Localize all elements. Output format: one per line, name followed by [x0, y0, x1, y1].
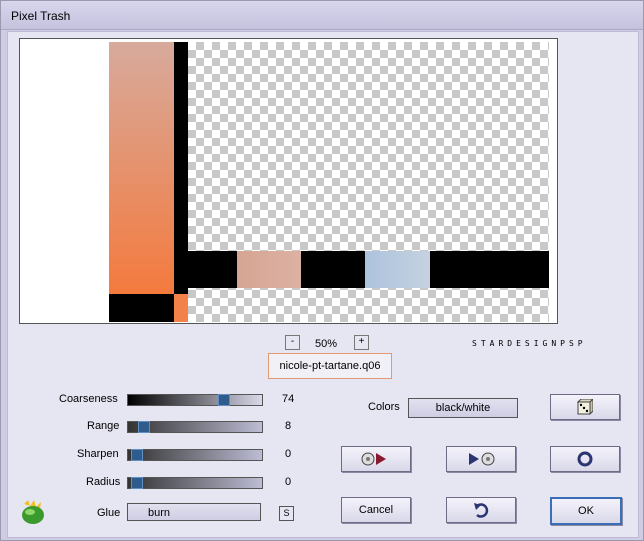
preview-canvas[interactable] [19, 38, 558, 324]
glue-select[interactable]: burn [127, 503, 261, 521]
preview-orange-corner [174, 294, 188, 322]
zoom-level: 50% [315, 338, 338, 350]
play-forward-icon [463, 451, 499, 470]
colors-label: Colors [368, 401, 400, 413]
reset-button[interactable] [550, 446, 620, 472]
coarseness-slider-knob[interactable] [218, 394, 230, 406]
preset-name-field[interactable]: nicole-pt-tartane.q06 [268, 353, 392, 379]
zoom-out-button[interactable]: - [285, 335, 300, 350]
preview-black-band [174, 251, 549, 288]
glue-toggle-button[interactable]: S [279, 506, 294, 521]
radius-slider-knob[interactable] [131, 477, 143, 489]
ring-icon [577, 451, 593, 470]
sharpen-slider-knob[interactable] [131, 449, 143, 461]
preview-gradient-column [109, 42, 174, 294]
preview-blue-patch [365, 251, 430, 288]
colors-select[interactable]: black/white [408, 398, 518, 418]
range-slider[interactable] [127, 421, 263, 433]
radius-label: Radius [86, 476, 121, 488]
cancel-button[interactable]: Cancel [341, 497, 411, 523]
undo-icon [473, 502, 489, 521]
sharpen-slider[interactable] [127, 449, 263, 461]
radius-slider[interactable] [127, 477, 263, 489]
brand-logo-text: STARDESIGNPSP [472, 339, 587, 348]
title-bar: Pixel Trash [1, 1, 643, 30]
coarseness-label: Coarseness [59, 393, 118, 405]
play-back-icon [358, 451, 394, 470]
dialog-body: - 50% + STARDESIGNPSP nicole-pt-tartane.… [7, 31, 639, 538]
ok-button[interactable]: OK [550, 497, 622, 525]
window-title: Pixel Trash [11, 9, 71, 23]
coarseness-slider[interactable] [127, 394, 263, 406]
pixel-trash-window: Pixel Trash - 50% + STARDESIGNPSP nicole… [0, 0, 644, 541]
dice-icon [576, 397, 595, 418]
glue-label: Glue [97, 507, 121, 519]
undo-button[interactable] [446, 497, 516, 523]
randomize-button[interactable] [550, 394, 620, 420]
play-back-button[interactable] [341, 446, 411, 472]
coarseness-value: 74 [282, 393, 295, 405]
range-value: 8 [285, 420, 292, 432]
sharpen-value: 0 [285, 448, 292, 460]
sharpen-label: Sharpen [77, 448, 119, 460]
app-logo-icon [18, 498, 48, 526]
range-label: Range [87, 420, 120, 432]
preview-black-corner [109, 294, 174, 322]
preview-salmon-patch [237, 251, 301, 288]
radius-value: 0 [285, 476, 292, 488]
range-slider-knob[interactable] [138, 421, 150, 433]
zoom-in-button[interactable]: + [354, 335, 369, 350]
play-forward-button[interactable] [446, 446, 516, 472]
